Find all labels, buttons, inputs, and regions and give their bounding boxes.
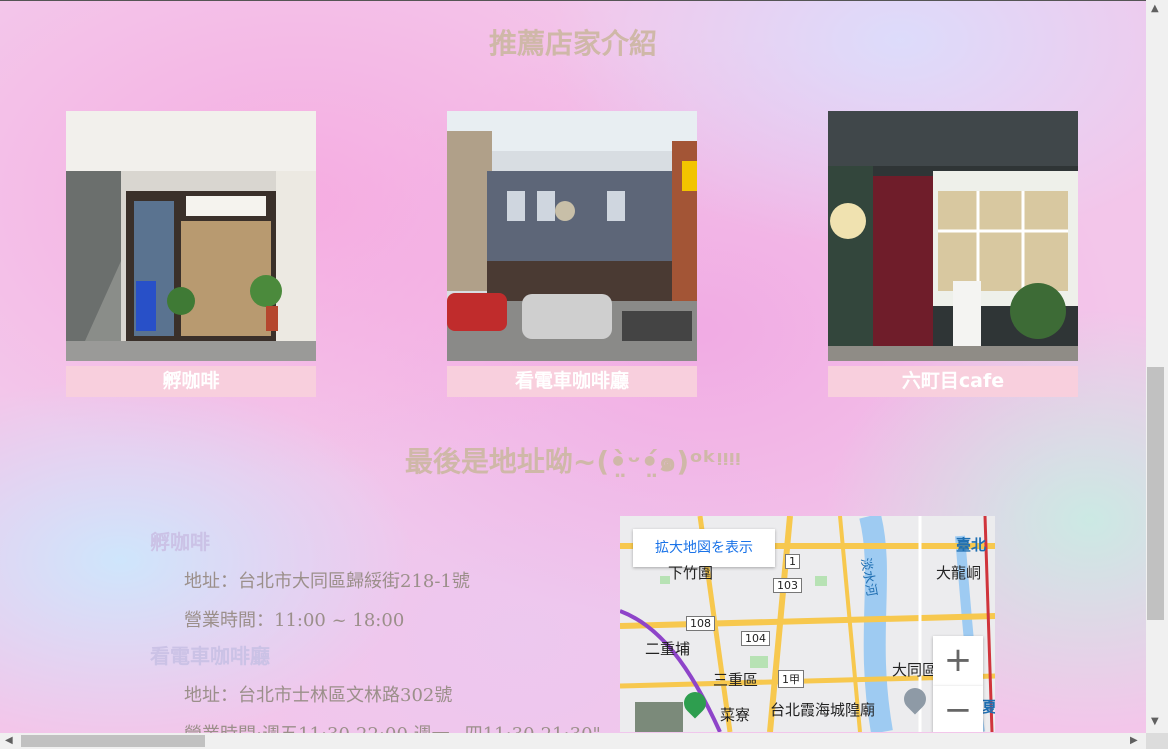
map-label-sanchong: 三重區 (713, 671, 759, 689)
vertical-scrollbar-thumb[interactable] (1147, 367, 1164, 620)
scrollbar-corner (1146, 733, 1168, 749)
zoom-in-button[interactable]: + (933, 636, 983, 686)
address-shop-name-2: 看電車咖啡廳 (150, 644, 270, 668)
embedded-map[interactable]: 拡大地図を表示 下竹圍 二重埔 三重區 菜寮 大同區 大龍峒 台北霞海城隍廟 臺… (620, 516, 995, 732)
shop-card-2[interactable]: 看電車咖啡廳 (447, 111, 697, 397)
address-line-2: 地址：台北市士林區文林路302號 (184, 685, 453, 706)
map-label-cailiao: 菜寮 (720, 706, 751, 724)
horizontal-scrollbar-thumb[interactable] (21, 735, 205, 747)
route-shield-108: 108 (686, 616, 715, 631)
map-label-xiahai-temple: 台北霞海城隍廟 (770, 701, 876, 719)
hours-line-1: 營業時間：11:00 ~ 18:00 (184, 610, 405, 631)
shop-card-1[interactable]: 孵咖啡 (66, 111, 316, 397)
shop-caption-2: 看電車咖啡廳 (447, 366, 697, 397)
hours-line-2: 營業時間:週五11:30-22:00 週一~四11:30-21:30" (184, 720, 601, 733)
recommend-section-title: 推薦店家介紹 (488, 27, 657, 60)
scroll-up-arrow-icon[interactable]: ▲ (1151, 3, 1159, 14)
map-label-xia: 夏 (982, 698, 995, 716)
address-shop-name-1: 孵咖啡 (150, 530, 210, 554)
map-label-erchongpu: 二重埔 (645, 640, 691, 658)
shop-photo-3[interactable] (828, 111, 1078, 361)
route-shield-103: 103 (773, 578, 802, 593)
route-shield-1: 1 (785, 554, 800, 569)
route-shield-1a: 1甲 (778, 670, 804, 688)
shop-caption-1: 孵咖啡 (66, 366, 316, 397)
route-shield-104: 104 (741, 631, 770, 646)
shop-caption-3: 六町目cafe (828, 366, 1078, 397)
top-border (0, 0, 1146, 1)
map-label-datong: 大同區 (892, 661, 938, 679)
map-label-dalongdong: 大龍峒 (936, 564, 982, 582)
address-section-title: 最後是地址呦~(•̤̀ᵕ•̤́๑)ᵒᵏᵎᵎᵎᵎ (404, 445, 742, 478)
shop-photo-2[interactable] (447, 111, 697, 361)
scroll-right-arrow-icon[interactable]: ▶ (1130, 735, 1138, 746)
address-line-1: 地址：台北市大同區歸綏街218-1號 (184, 571, 470, 592)
shop-card-3[interactable]: 六町目cafe (828, 111, 1078, 397)
scroll-down-arrow-icon[interactable]: ▼ (1151, 716, 1159, 727)
map-label-taipei: 臺北 (956, 536, 987, 554)
shop-photo-1[interactable] (66, 111, 316, 361)
scroll-left-arrow-icon[interactable]: ◀ (5, 735, 13, 746)
zoom-out-button[interactable]: − (933, 686, 983, 732)
map-label-xiazhuwei: 下竹圍 (668, 564, 714, 582)
